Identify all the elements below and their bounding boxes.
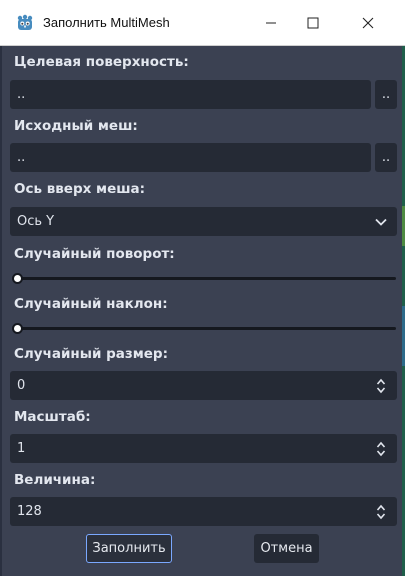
target-surface-browse-button[interactable]: .. bbox=[375, 80, 397, 109]
amount-spinbox[interactable]: 128 bbox=[10, 497, 397, 526]
mesh-up-axis-value: Ось Y bbox=[17, 214, 55, 229]
random-rotation-slider[interactable] bbox=[14, 277, 396, 280]
random-tilt-slider[interactable] bbox=[14, 327, 396, 330]
random-tilt-label: Случайный наклон: bbox=[14, 296, 168, 312]
random-scale-label: Случайный размер: bbox=[14, 346, 168, 362]
spinner-arrows-icon[interactable] bbox=[375, 371, 387, 400]
window-border bbox=[0, 46, 2, 576]
amount-label: Величина: bbox=[14, 472, 96, 488]
cancel-button[interactable]: Отмена bbox=[254, 534, 319, 563]
window-title: Заполнить MultiMesh bbox=[43, 15, 170, 30]
scale-label: Масштаб: bbox=[14, 409, 91, 425]
minimize-icon[interactable] bbox=[248, 0, 294, 46]
target-surface-value: .. bbox=[17, 87, 26, 102]
random-scale-value: 0 bbox=[17, 378, 26, 393]
scale-value: 1 bbox=[17, 441, 26, 456]
mesh-up-axis-select[interactable]: Ось Y bbox=[10, 207, 397, 236]
target-surface-label: Целевая поверхность: bbox=[14, 54, 189, 70]
fill-button[interactable]: Заполнить bbox=[86, 534, 172, 563]
source-mesh-browse-button[interactable]: .. bbox=[375, 143, 397, 172]
target-surface-field[interactable]: .. bbox=[10, 80, 371, 109]
mesh-up-axis-label: Ось вверх меша: bbox=[14, 181, 146, 197]
random-rotation-label: Случайный поворот: bbox=[14, 246, 175, 262]
random-rotation-slider-handle[interactable] bbox=[12, 273, 23, 284]
source-mesh-value: .. bbox=[17, 150, 26, 165]
close-icon[interactable] bbox=[345, 0, 391, 46]
amount-value: 128 bbox=[17, 504, 42, 519]
maximize-icon[interactable] bbox=[290, 0, 336, 46]
chevron-down-icon bbox=[375, 207, 387, 236]
scale-spinbox[interactable]: 1 bbox=[10, 434, 397, 463]
godot-icon bbox=[16, 14, 34, 32]
source-mesh-label: Исходный меш: bbox=[14, 118, 138, 134]
random-scale-spinbox[interactable]: 0 bbox=[10, 371, 397, 400]
title-bar: Заполнить MultiMesh bbox=[0, 0, 405, 46]
source-mesh-field[interactable]: .. bbox=[10, 143, 371, 172]
spinner-arrows-icon[interactable] bbox=[375, 497, 387, 526]
random-tilt-slider-handle[interactable] bbox=[12, 323, 23, 334]
spinner-arrows-icon[interactable] bbox=[375, 434, 387, 463]
